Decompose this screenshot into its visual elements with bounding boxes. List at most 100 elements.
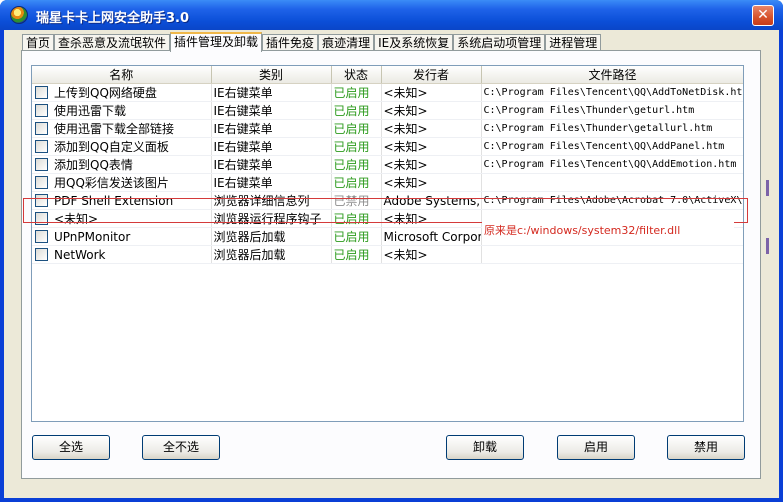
category-cell: 浏览器后加载: [211, 245, 332, 264]
row-checkbox[interactable]: [35, 248, 48, 262]
plugin-name: 添加到QQ自定义面板: [54, 140, 169, 154]
path-cell: C:\Program Files\Tencent\QQ\AddPanel.htm: [481, 137, 743, 156]
path-cell: C:\Program Files\Thunder\geturl.htm: [481, 101, 743, 120]
name-cell: 添加到QQ自定义面板: [32, 137, 212, 156]
table-row[interactable]: PDF Shell Extension 浏览器详细信息列 已禁用 Adobe S…: [32, 191, 743, 210]
category-cell: 浏览器后加载: [211, 227, 332, 246]
path-cell: C:\Program Files\Tencent\QQ\AddEmotion.h…: [481, 155, 743, 174]
table-row[interactable]: 上传到QQ网络硬盘 IE右键菜单 已启用 <未知> C:\Program Fil…: [32, 83, 743, 102]
publisher-cell: <未知>: [381, 245, 482, 264]
table-row[interactable]: 使用迅雷下载 IE右键菜单 已启用 <未知> C:\Program Files\…: [32, 101, 743, 120]
path-cell: [481, 173, 743, 192]
path-cell: [481, 245, 743, 264]
title-bar[interactable]: 瑞星卡卡上网安全助手3.0 ✕: [0, 0, 783, 30]
plugin-name: 使用迅雷下载: [54, 104, 127, 118]
annotation-note: 原来是c:/windows/system32/filter.dll: [482, 222, 734, 239]
publisher-cell: <未知>: [381, 173, 482, 192]
row-checkbox[interactable]: [35, 86, 48, 99]
status-cell: 已启用: [331, 227, 382, 246]
name-cell: NetWork: [32, 245, 212, 264]
plugin-name: 添加到QQ表情: [54, 158, 133, 172]
table-row[interactable]: 添加到QQ表情 IE右键菜单 已启用 <未知> C:\Program Files…: [32, 155, 743, 174]
name-cell: 添加到QQ表情: [32, 155, 212, 174]
row-checkbox[interactable]: [35, 158, 48, 171]
row-checkbox[interactable]: [35, 230, 48, 244]
tab-plugin-management[interactable]: 插件管理及卸载: [170, 32, 263, 52]
column-header-publisher[interactable]: 发行者: [381, 66, 482, 84]
column-header-path[interactable]: 文件路径: [481, 66, 743, 84]
status-cell: 已启用: [331, 137, 382, 156]
publisher-cell: <未知>: [381, 155, 482, 174]
edge-markers: [766, 180, 769, 270]
status-cell: 已启用: [331, 119, 382, 138]
plugin-name: 上传到QQ网络硬盘: [54, 86, 157, 100]
plugin-name: UPnPMonitor: [54, 229, 131, 244]
plugin-name: PDF Shell Extension: [54, 193, 174, 208]
table-row[interactable]: NetWork 浏览器后加载 已启用 <未知>: [32, 245, 743, 264]
plugin-panel: 名称 类别 状态 发行者 文件路径 上传到QQ网络硬盘 IE右键菜单 已启用 <: [21, 50, 761, 479]
close-button[interactable]: ✕: [752, 5, 774, 26]
category-cell: IE右键菜单: [211, 155, 332, 174]
select-all-button[interactable]: 全选: [32, 435, 110, 460]
name-cell: 使用迅雷下载: [32, 101, 212, 120]
edge-marker: [766, 238, 769, 254]
plugin-name: <未知>: [54, 212, 99, 226]
status-cell: 已启用: [331, 173, 382, 192]
category-cell: IE右键菜单: [211, 119, 332, 138]
status-cell: 已禁用: [331, 191, 382, 210]
status-cell: 已启用: [331, 209, 382, 228]
publisher-cell: Microsoft Corpor: [381, 227, 482, 246]
row-checkbox[interactable]: [35, 104, 48, 117]
uninstall-button[interactable]: 卸载: [446, 435, 524, 460]
category-cell: 浏览器详细信息列: [211, 191, 332, 210]
name-cell: 使用迅雷下载全部链接: [32, 119, 212, 138]
status-cell: 已启用: [331, 155, 382, 174]
plugin-list: 名称 类别 状态 发行者 文件路径 上传到QQ网络硬盘 IE右键菜单 已启用 <: [31, 65, 744, 422]
publisher-cell: <未知>: [381, 101, 482, 120]
table-row[interactable]: 用QQ彩信发送该图片 IE右键菜单 已启用 <未知>: [32, 173, 743, 192]
status-cell: 已启用: [331, 245, 382, 264]
enable-button[interactable]: 启用: [557, 435, 635, 460]
publisher-cell: Adobe Systems, I: [381, 191, 482, 210]
publisher-cell: <未知>: [381, 209, 482, 228]
name-cell: <未知>: [32, 209, 212, 228]
table-header-row: 名称 类别 状态 发行者 文件路径: [32, 66, 743, 84]
row-checkbox[interactable]: [35, 122, 48, 135]
category-cell: IE右键菜单: [211, 101, 332, 120]
publisher-cell: <未知>: [381, 119, 482, 138]
publisher-cell: <未知>: [381, 137, 482, 156]
column-header-category[interactable]: 类别: [211, 66, 332, 84]
category-cell: IE右键菜单: [211, 173, 332, 192]
path-cell: C:\Program Files\Adobe\Acrobat 7.0\Activ…: [481, 191, 743, 210]
select-none-button[interactable]: 全不选: [142, 435, 220, 460]
plugin-name: 使用迅雷下载全部链接: [54, 122, 175, 136]
row-checkbox[interactable]: [35, 212, 48, 225]
disable-button[interactable]: 禁用: [667, 435, 745, 460]
name-cell: 上传到QQ网络硬盘: [32, 83, 212, 102]
category-cell: IE右键菜单: [211, 83, 332, 102]
app-logo-icon: [10, 6, 28, 24]
column-header-status[interactable]: 状态: [331, 66, 382, 84]
name-cell: 用QQ彩信发送该图片: [32, 173, 212, 192]
client-area: 首页 查杀恶意及流氓软件 插件管理及卸载 插件免疫 痕迹清理 IE及系统恢复 系…: [4, 30, 779, 498]
plugin-name: NetWork: [54, 247, 106, 262]
row-checkbox[interactable]: [35, 140, 48, 153]
category-cell: IE右键菜单: [211, 137, 332, 156]
window-title: 瑞星卡卡上网安全助手3.0: [36, 11, 190, 26]
app-window: 瑞星卡卡上网安全助手3.0 ✕ 首页 查杀恶意及流氓软件 插件管理及卸载 插件免…: [0, 0, 783, 502]
column-header-name[interactable]: 名称: [32, 66, 212, 84]
status-cell: 已启用: [331, 101, 382, 120]
row-checkbox[interactable]: [35, 176, 48, 189]
row-checkbox[interactable]: [35, 194, 48, 208]
tab-bar: 首页 查杀恶意及流氓软件 插件管理及卸载 插件免疫 痕迹清理 IE及系统恢复 系…: [22, 32, 602, 52]
table-row[interactable]: 使用迅雷下载全部链接 IE右键菜单 已启用 <未知> C:\Program Fi…: [32, 119, 743, 138]
table-row[interactable]: 添加到QQ自定义面板 IE右键菜单 已启用 <未知> C:\Program Fi…: [32, 137, 743, 156]
status-cell: 已启用: [331, 83, 382, 102]
publisher-cell: <未知>: [381, 83, 482, 102]
edge-marker: [766, 180, 769, 196]
path-cell: C:\Program Files\Thunder\getallurl.htm: [481, 119, 743, 138]
path-cell: C:\Program Files\Tencent\QQ\AddToNetDisk…: [481, 83, 743, 102]
plugin-name: 用QQ彩信发送该图片: [54, 176, 169, 190]
name-cell: UPnPMonitor: [32, 227, 212, 246]
name-cell: PDF Shell Extension: [32, 191, 212, 210]
